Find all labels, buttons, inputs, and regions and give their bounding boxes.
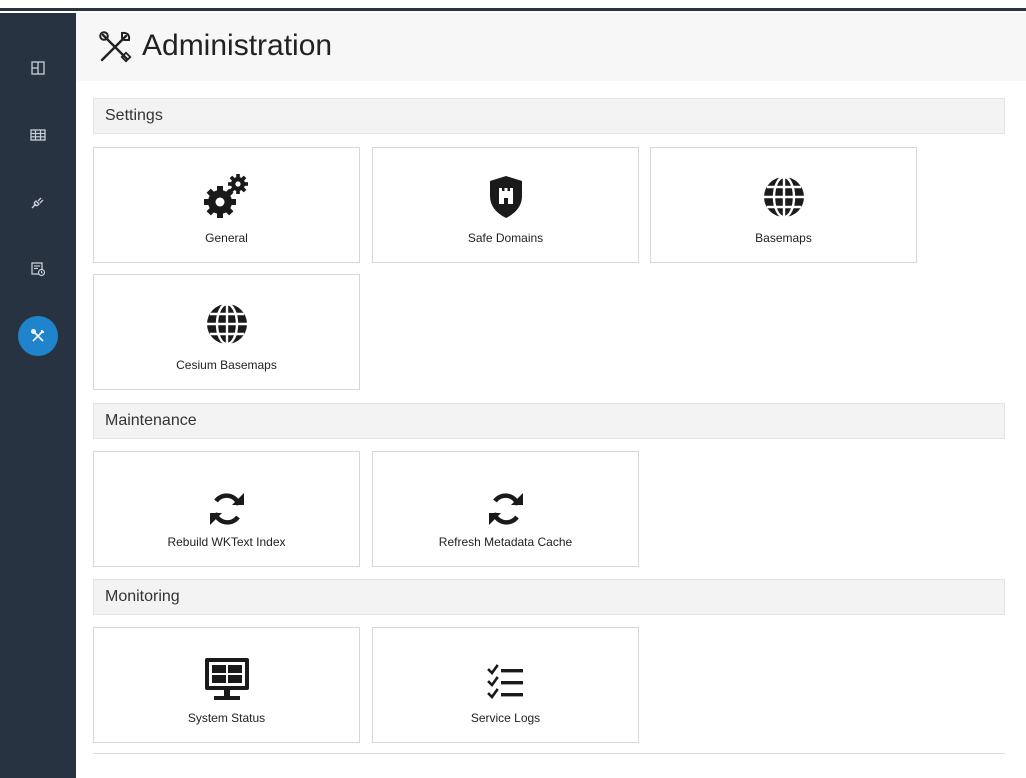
refresh-icon	[488, 493, 523, 525]
tile-basemaps[interactable]: Basemaps	[650, 147, 917, 263]
page-header: Administration	[76, 13, 1026, 81]
layout-icon	[31, 61, 45, 75]
section-header-maintenance: Maintenance	[93, 403, 1005, 439]
page-title: Administration	[142, 29, 333, 62]
checklist-icon	[486, 664, 523, 700]
tile-label: System Status	[187, 711, 266, 725]
sidebar-item-administration[interactable]	[0, 313, 76, 359]
tile-label: Cesium Basemaps	[176, 358, 277, 372]
section-header-settings: Settings	[93, 98, 1005, 134]
gears-icon	[203, 174, 248, 218]
table-icon	[30, 129, 46, 141]
tile-label: General	[205, 231, 248, 245]
tile-label: Rebuild WKText Index	[167, 535, 286, 549]
globe-icon	[206, 302, 247, 346]
sidebar-item-reports[interactable]	[0, 246, 76, 292]
top-border	[0, 0, 1026, 13]
tile-label: Service Logs	[470, 711, 541, 725]
sidebar-item-connectors[interactable]	[0, 179, 76, 225]
tools-icon	[31, 329, 44, 342]
active-indicator	[18, 316, 58, 356]
shield-icon	[489, 176, 522, 218]
sidebar-item-dashboard[interactable]	[0, 45, 76, 91]
monitor-icon	[204, 658, 249, 700]
tile-refresh-metadata-cache[interactable]: Refresh Metadata Cache	[372, 451, 639, 567]
globe-icon	[763, 175, 804, 219]
tile-general[interactable]: General	[93, 147, 360, 263]
bottom-divider	[93, 753, 1005, 754]
report-icon	[31, 262, 46, 277]
tile-safe-domains[interactable]: Safe Domains	[372, 147, 639, 263]
refresh-icon	[209, 493, 244, 525]
sidebar-item-tables[interactable]	[0, 112, 76, 158]
plug-icon	[31, 197, 44, 209]
tile-label: Refresh Metadata Cache	[438, 535, 573, 549]
tools-icon	[99, 31, 132, 63]
tile-rebuild-wktext-index[interactable]: Rebuild WKText Index	[93, 451, 360, 567]
tile-label: Safe Domains	[467, 231, 544, 245]
tile-cesium-basemaps[interactable]: Cesium Basemaps	[93, 274, 360, 390]
tile-system-status[interactable]: System Status	[93, 627, 360, 743]
sidebar	[0, 13, 76, 778]
section-header-monitoring: Monitoring	[93, 579, 1005, 615]
tile-service-logs[interactable]: Service Logs	[372, 627, 639, 743]
tile-label: Basemaps	[755, 231, 812, 245]
